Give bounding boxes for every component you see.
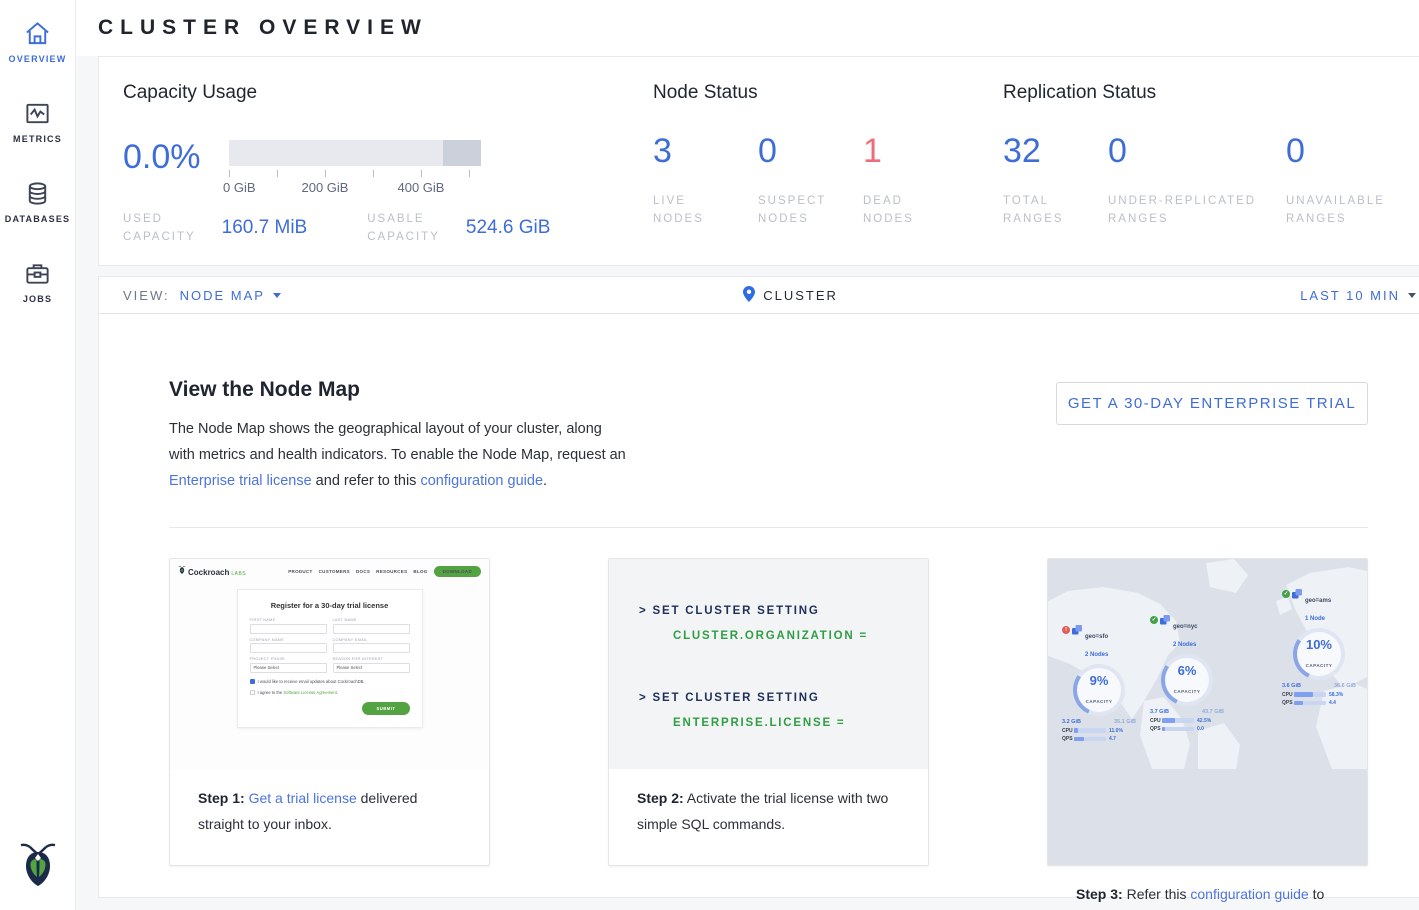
step1-card: CockroachLABS PRODUCTCUSTOMERSDOCSRESOUR… <box>169 558 490 866</box>
location-pin-icon <box>743 286 755 305</box>
capacity-percent: 0.0% <box>123 138 229 196</box>
capacity-usage-title: Capacity Usage <box>123 82 653 104</box>
suspect-nodes-stat: 0 SUSPECTNODES <box>758 132 863 228</box>
main-area: CLUSTER OVERVIEW Capacity Usage 0.0% <box>76 0 1419 910</box>
cockroach-labs-mini-logo: CockroachLABS <box>178 565 246 577</box>
unavailable-ranges-value: 0 <box>1286 132 1416 170</box>
cluster-summary-panel: Capacity Usage 0.0% 0 GiB 200 Gi <box>98 56 1419 266</box>
dead-nodes-stat: 1 DEADNODES <box>863 132 968 228</box>
trial-license-site-preview: CockroachLABS PRODUCTCUSTOMERSDOCSRESOUR… <box>170 559 489 769</box>
warning-status-icon: ! <box>1062 626 1070 634</box>
section-divider <box>169 527 1368 528</box>
node-map-heading: View the Node Map <box>169 378 631 402</box>
step1-caption: Step 1: Get a trial license delivered st… <box>170 769 489 837</box>
total-ranges-value: 32 <box>1003 132 1108 170</box>
sidebar-item-metrics[interactable]: METRICS <box>0 94 76 174</box>
home-icon <box>24 20 51 47</box>
configuration-guide-link-step3[interactable]: configuration guide <box>1190 886 1308 902</box>
configuration-guide-link[interactable]: configuration guide <box>420 473 543 489</box>
sidebar: OVERVIEW METRICS DATABASES <box>0 0 76 910</box>
sidebar-item-databases[interactable]: DATABASES <box>0 174 76 254</box>
healthy-status-icon: ✓ <box>1282 590 1290 598</box>
capacity-gauge: 9% CAPACITY <box>1073 664 1125 716</box>
mini-download-button: DOWNLOAD <box>434 566 481 577</box>
sql-commands-preview: > SET CLUSTER SETTING CLUSTER.ORGANIZATI… <box>609 559 928 769</box>
replication-status-title: Replication Status <box>1003 82 1416 104</box>
locality-badge-nyc: ✓ geo=nyc 2 Nodes 6% CAPACITY <box>1150 615 1224 732</box>
step2-card: > SET CLUSTER SETTING CLUSTER.ORGANIZATI… <box>608 558 929 866</box>
sidebar-item-label: METRICS <box>13 134 62 144</box>
capacity-axis-labels: 0 GiB 200 GiB 400 GiB <box>229 180 481 196</box>
chevron-down-icon <box>273 293 281 298</box>
step3-card: ! geo=sfo 2 Nodes 9% CAPACITY <box>1047 558 1368 866</box>
unavailable-ranges-stat: 0 UNAVAILABLERANGES <box>1286 132 1416 228</box>
healthy-status-icon: ✓ <box>1150 616 1158 624</box>
capacity-axis-ticks <box>229 170 481 178</box>
usable-capacity-value: 524.6 GiB <box>466 217 551 239</box>
sidebar-item-overview[interactable]: OVERVIEW <box>0 14 76 94</box>
suspect-nodes-value: 0 <box>758 132 863 170</box>
cockroachdb-logo <box>16 839 60 896</box>
total-ranges-stat: 32 TOTALRANGES <box>1003 132 1108 228</box>
step3-caption: Step 3: Refer this configuration guide t… <box>1048 865 1367 910</box>
nodes-icon <box>1160 615 1170 625</box>
node-map-description: The Node Map shows the geographical layo… <box>169 416 631 494</box>
locality-badge-ams: ✓ geo=ams 1 Node 10% CAPACITY <box>1282 589 1356 706</box>
briefcase-icon <box>24 260 51 287</box>
used-capacity-label: USEDCAPACITY <box>123 210 196 246</box>
tick-label-200: 200 GiB <box>302 180 349 195</box>
nodes-icon <box>1072 625 1082 635</box>
live-nodes-value: 3 <box>653 132 758 170</box>
mini-checkbox-unchecked <box>250 690 255 695</box>
enterprise-trial-button[interactable]: GET A 30-DAY ENTERPRISE TRIAL <box>1056 382 1368 425</box>
mini-checkbox-checked <box>250 679 255 684</box>
mini-submit-button: SUBMIT <box>362 702 409 715</box>
view-dropdown[interactable]: NODE MAP <box>180 288 281 303</box>
capacity-usage-section: Capacity Usage 0.0% 0 GiB 200 Gi <box>123 82 653 265</box>
capacity-bar: 0 GiB 200 GiB 400 GiB <box>229 138 481 196</box>
view-label: VIEW: <box>123 288 170 303</box>
capacity-gauge: 10% CAPACITY <box>1293 628 1345 680</box>
sidebar-item-label: JOBS <box>23 294 52 304</box>
live-nodes-stat: 3 LIVENODES <box>653 132 758 228</box>
cluster-breadcrumb: CLUSTER <box>743 286 838 305</box>
page-header: CLUSTER OVERVIEW <box>76 0 1419 56</box>
tick-label-400: 400 GiB <box>398 180 445 195</box>
under-replicated-ranges-value: 0 <box>1108 132 1286 170</box>
usable-capacity-label: USABLECAPACITY <box>367 210 440 246</box>
step2-caption: Step 2: Activate the trial license with … <box>609 769 928 837</box>
used-capacity-value: 160.7 MiB <box>222 217 308 239</box>
dead-nodes-value: 1 <box>863 132 968 170</box>
node-map-preview: ! geo=sfo 2 Nodes 9% CAPACITY <box>1048 559 1367 865</box>
nodes-icon <box>1292 589 1302 599</box>
time-range-dropdown[interactable]: LAST 10 MIN <box>1300 288 1416 303</box>
sidebar-item-label: DATABASES <box>5 214 70 224</box>
view-bar: VIEW: NODE MAP CLUSTER LAST 10 MIN <box>98 276 1419 314</box>
node-status-title: Node Status <box>653 82 1003 104</box>
chevron-down-icon <box>1408 293 1416 298</box>
metrics-icon <box>24 100 51 127</box>
app-root: OVERVIEW METRICS DATABASES <box>0 0 1419 910</box>
tick-label-0: 0 GiB <box>223 180 256 195</box>
page-title: CLUSTER OVERVIEW <box>98 16 428 40</box>
node-status-section: Node Status 3 LIVENODES 0 SUSPECTNODES 1… <box>653 82 1003 265</box>
node-map-panel: View the Node Map The Node Map shows the… <box>98 314 1419 898</box>
sidebar-item-label: OVERVIEW <box>9 54 67 64</box>
under-replicated-ranges-stat: 0 UNDER-REPLICATEDRANGES <box>1108 132 1286 228</box>
trial-register-form: Register for a 30-day trial license FIRS… <box>237 589 423 728</box>
sidebar-item-jobs[interactable]: JOBS <box>0 254 76 334</box>
locality-badge-sfo: ! geo=sfo 2 Nodes 9% CAPACITY <box>1062 625 1136 742</box>
mini-site-nav: PRODUCTCUSTOMERSDOCSRESOURCESBLOG DOWNLO… <box>282 566 481 577</box>
enterprise-trial-license-link[interactable]: Enterprise trial license <box>169 473 312 489</box>
replication-status-section: Replication Status 32 TOTALRANGES 0 UNDE… <box>1003 82 1416 265</box>
capacity-bar-usable-segment <box>229 140 443 166</box>
capacity-bar-reserved-segment <box>443 140 481 166</box>
get-trial-license-link[interactable]: Get a trial license <box>249 790 357 806</box>
database-icon <box>24 180 51 207</box>
capacity-gauge: 6% CAPACITY <box>1161 654 1213 706</box>
